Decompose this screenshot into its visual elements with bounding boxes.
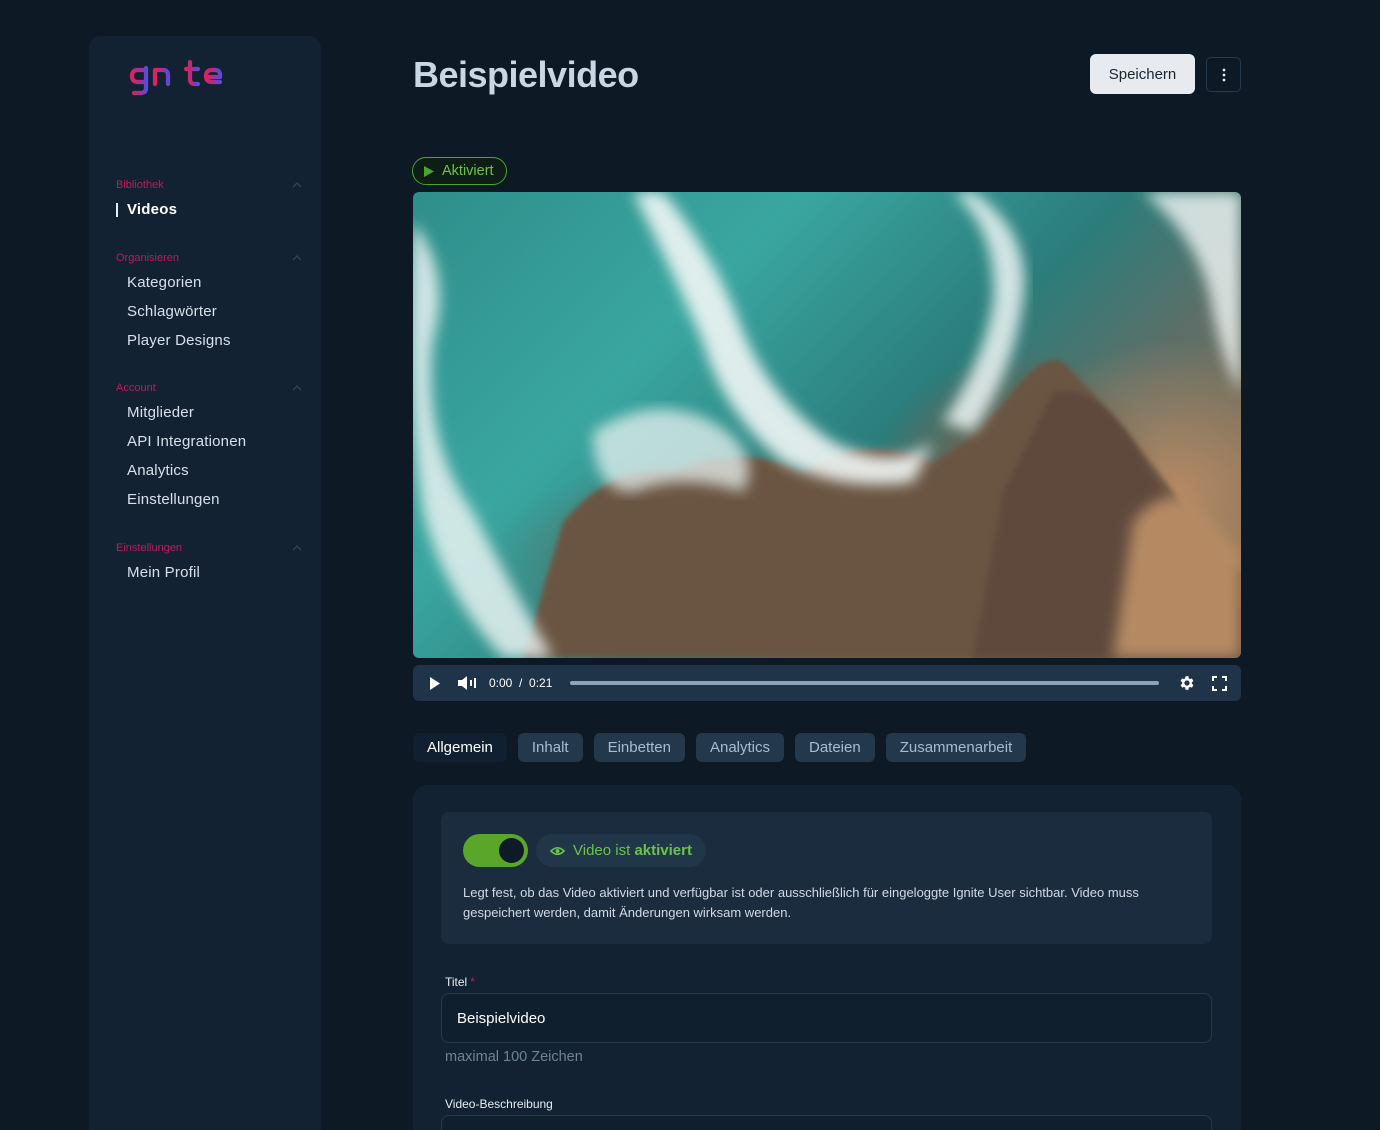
sidebar-item-mitglieder[interactable]: Mitglieder [116,398,302,427]
fullscreen-icon [1211,675,1227,691]
nav-section-header[interactable]: Organisieren [116,250,302,266]
sidebar: Bibliothek Videos Organisieren Kategorie… [89,36,321,1130]
tab-bar: Allgemein Inhalt Einbetten Analytics Dat… [413,733,1027,762]
time-separator: / [519,676,523,690]
tab-analytics[interactable]: Analytics [695,733,784,762]
nav-section-title: Account [116,382,156,394]
duration: 0:21 [529,676,553,690]
title-hint: maximal 100 Zeichen [445,1049,583,1065]
status-badge: Aktiviert [412,157,507,185]
nav-section-einstellungen: Einstellungen Mein Profil [116,540,302,587]
tab-dateien[interactable]: Dateien [795,733,875,762]
sidebar-item-schlagwoerter[interactable]: Schlagwörter [116,297,302,326]
tab-einbetten[interactable]: Einbetten [593,733,685,762]
progress-bar[interactable] [570,681,1159,685]
video-preview[interactable] [413,192,1241,658]
more-vertical-icon [1222,68,1225,81]
nav-section-header[interactable]: Einstellungen [116,540,302,556]
sidebar-item-einstellungen[interactable]: Einstellungen [116,485,302,514]
video-frame-image [413,192,1241,658]
play-icon [430,676,440,690]
eye-icon [550,846,565,855]
tab-allgemein[interactable]: Allgemein [413,733,507,762]
state-prefix: Video ist [573,842,631,859]
volume-icon [458,676,476,690]
chevron-up-icon [292,255,302,261]
general-settings-panel: Video ist aktiviert Legt fest, ob das Vi… [413,785,1241,1130]
activation-description: Legt fest, ob das Video aktiviert und ve… [463,885,1139,920]
current-time: 0:00 [489,676,513,690]
tab-zusammenarbeit[interactable]: Zusammenarbeit [885,733,1027,762]
page-title: Beispielvideo [413,54,639,95]
chevron-up-icon [292,182,302,188]
activation-toggle[interactable] [463,834,528,867]
sidebar-item-api-integrationen[interactable]: API Integrationen [116,427,302,456]
video-controls: 0:00 / 0:21 [413,665,1241,701]
chevron-up-icon [292,545,302,551]
sidebar-item-player-designs[interactable]: Player Designs [116,326,302,355]
nav-section-title: Bibliothek [116,179,164,191]
activation-state-text: Video ist aktiviert [573,842,692,859]
description-textarea[interactable] [441,1115,1212,1130]
activation-card: Video ist aktiviert Legt fest, ob das Vi… [441,812,1212,944]
description-label: Video-Beschreibung [445,1097,553,1111]
more-options-button[interactable] [1206,57,1241,92]
nav-section-title: Einstellungen [116,542,183,554]
chevron-up-icon [292,385,302,391]
volume-button[interactable] [457,673,477,693]
settings-button[interactable] [1177,673,1197,693]
play-icon [424,165,434,177]
sidebar-item-videos[interactable]: Videos [116,195,302,224]
ignite-logo [116,59,223,96]
title-label-text: Titel [445,975,468,989]
required-marker: * [470,975,475,989]
sidebar-item-mein-profil[interactable]: Mein Profil [116,558,302,587]
nav-section-account: Account Mitglieder API Integrationen Ana… [116,380,302,514]
time-display: 0:00 / 0:21 [489,676,552,690]
settings-icon [1180,676,1194,690]
nav-section-header[interactable]: Account [116,380,302,396]
status-label: Aktiviert [442,163,494,179]
play-button[interactable] [425,673,445,693]
nav-section-header[interactable]: Bibliothek [116,177,302,193]
nav-section-organisieren: Organisieren Kategorien Schlagwörter Pla… [116,250,302,355]
toggle-knob [499,838,524,863]
brand-logo[interactable] [116,58,241,98]
nav-section-bibliothek: Bibliothek Videos [116,177,302,224]
state-value: aktiviert [634,842,692,859]
save-button[interactable]: Speichern [1090,54,1195,94]
title-label: Titel * [445,975,475,989]
sidebar-item-kategorien[interactable]: Kategorien [116,268,302,297]
activation-state-chip: Video ist aktiviert [536,834,706,867]
sidebar-item-analytics[interactable]: Analytics [116,456,302,485]
nav-section-title: Organisieren [116,252,179,264]
tab-inhalt[interactable]: Inhalt [517,733,583,762]
fullscreen-button[interactable] [1209,673,1229,693]
title-input[interactable] [441,993,1212,1043]
